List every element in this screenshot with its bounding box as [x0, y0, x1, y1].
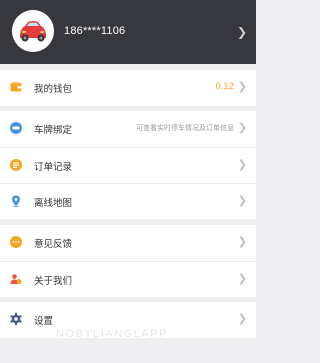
chevron-right-icon: ❯ — [236, 25, 247, 39]
car-plate-icon — [10, 122, 22, 134]
wallet-icon — [10, 82, 22, 92]
menu-item-label: 离线地图 — [34, 198, 73, 209]
watermark: NOBYLIANGLAPP — [56, 328, 168, 340]
menu-item-label: 我的钱包 — [34, 84, 73, 95]
service-group: 车牌绑定 可查看实时停车情况及订单信息 ❯ 订单记录 ❯ 离线地图 ❯ — [0, 111, 256, 219]
chevron-right-icon: ❯ — [237, 158, 247, 171]
profile-header[interactable]: 186****1106 ❯ — [0, 0, 256, 64]
menu-item-about[interactable]: 关于我们 ❯ — [0, 261, 256, 297]
menu-item-plate-binding[interactable]: 车牌绑定 可查看实时停车情况及订单信息 ❯ — [0, 111, 256, 147]
menu-item-label: 关于我们 — [34, 276, 73, 287]
menu-item-orders[interactable]: 订单记录 ❯ — [0, 147, 256, 183]
car-avatar-icon — [12, 10, 54, 52]
chevron-right-icon: ❯ — [237, 312, 247, 325]
feedback-icon — [10, 236, 22, 248]
info-group: 意见反馈 ❯ 关于我们 ❯ — [0, 225, 256, 297]
about-icon — [10, 274, 22, 284]
wallet-group: 我的钱包 0.12 ❯ — [0, 70, 256, 106]
menu-item-label: 设置 — [34, 316, 54, 327]
menu-item-offline-map[interactable]: 离线地图 ❯ — [0, 183, 256, 219]
chevron-right-icon: ❯ — [237, 235, 247, 248]
map-pin-icon — [12, 195, 20, 208]
plate-hint: 可查看实时停车情况及订单信息 — [136, 124, 234, 132]
chevron-right-icon: ❯ — [237, 272, 247, 285]
chevron-right-icon: ❯ — [237, 194, 247, 207]
wallet-balance: 0.12 — [215, 81, 235, 92]
menu-item-feedback[interactable]: 意见反馈 ❯ — [0, 225, 256, 261]
menu-item-label: 订单记录 — [34, 162, 73, 173]
orders-icon — [10, 159, 22, 171]
chevron-right-icon: ❯ — [237, 121, 247, 134]
menu-item-wallet[interactable]: 我的钱包 0.12 ❯ — [0, 70, 256, 106]
chevron-right-icon: ❯ — [237, 80, 247, 93]
phone-number: 186****1106 — [64, 25, 126, 37]
menu-item-label: 意见反馈 — [34, 239, 73, 250]
menu-item-label: 车牌绑定 — [34, 125, 73, 136]
gear-icon — [10, 312, 22, 326]
